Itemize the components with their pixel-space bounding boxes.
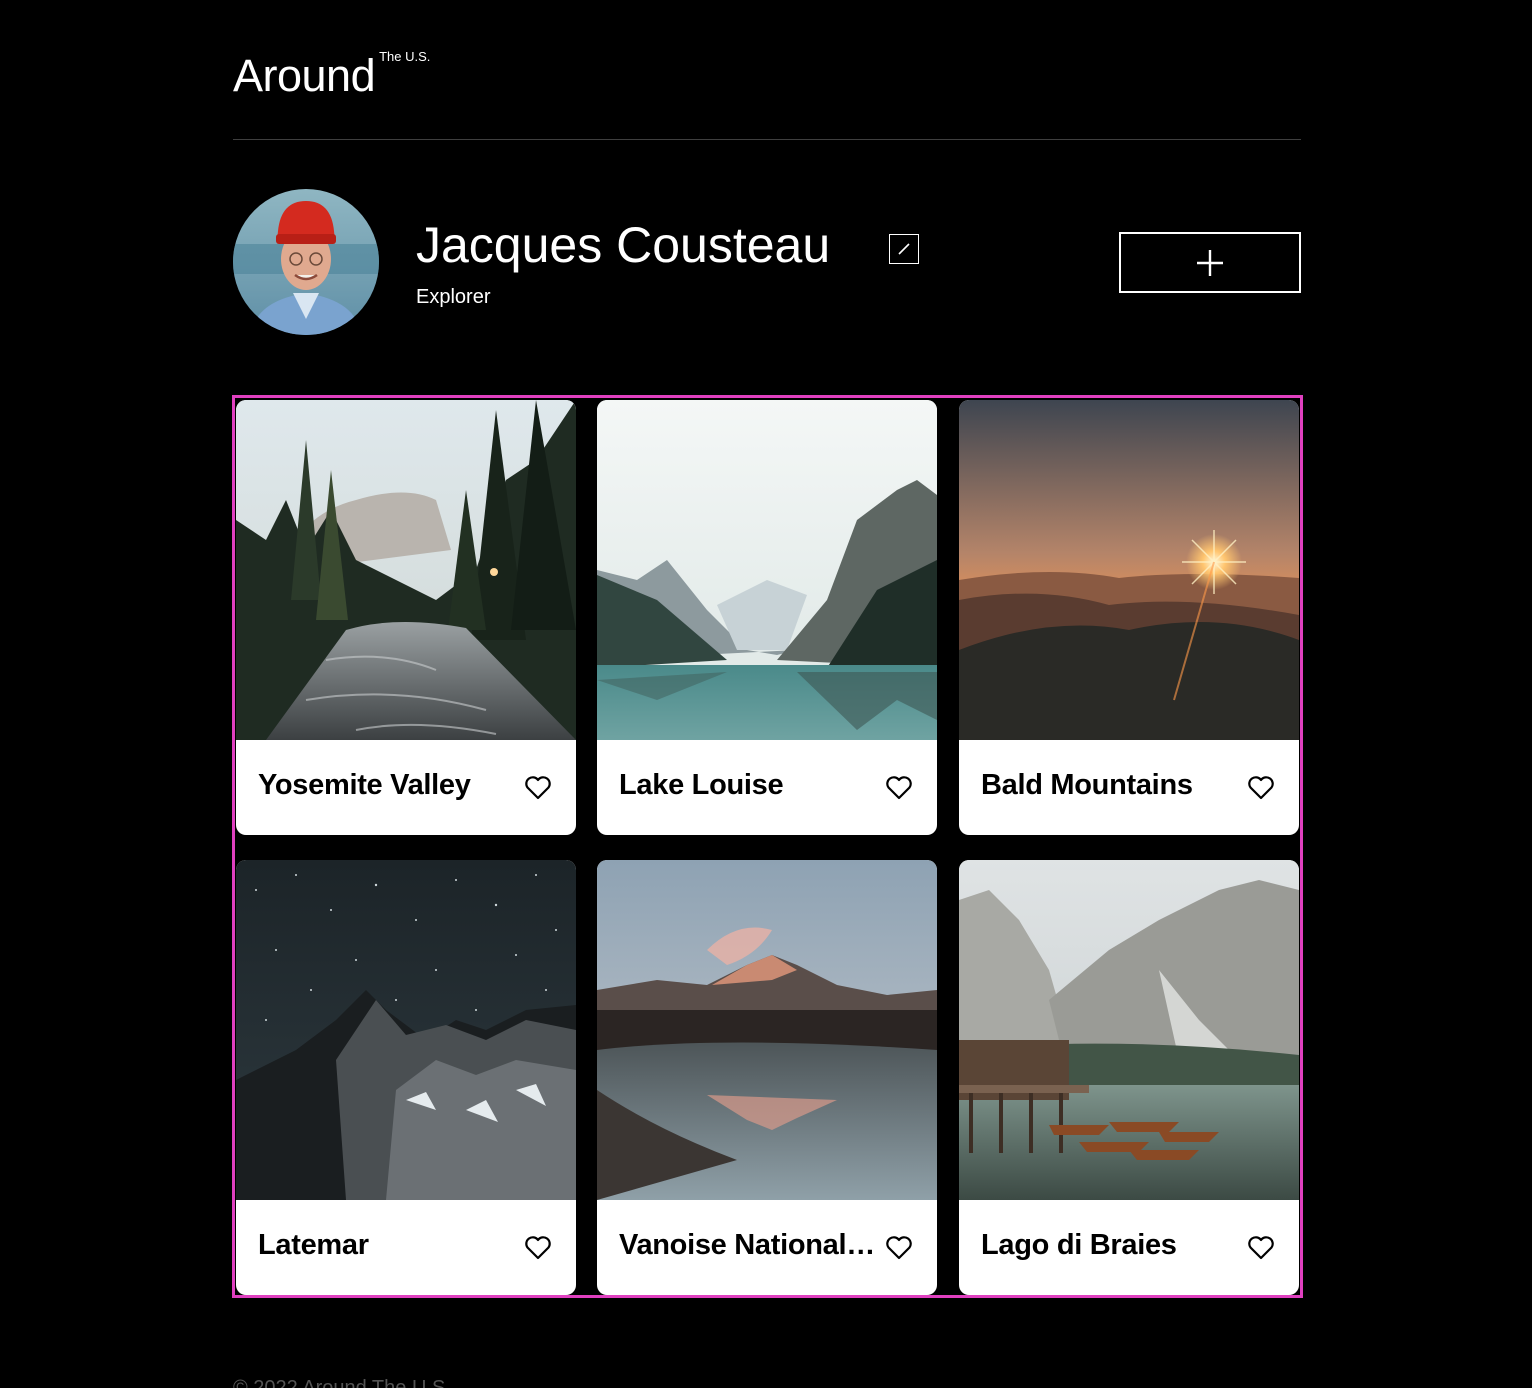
pencil-icon bbox=[898, 243, 910, 255]
card-title: Yosemite Valley bbox=[258, 769, 471, 801]
card-image[interactable] bbox=[236, 860, 576, 1200]
footer-copyright: © 2022 Around The U.S. bbox=[233, 1377, 451, 1388]
avatar[interactable] bbox=[233, 189, 379, 335]
card-image[interactable] bbox=[597, 400, 937, 740]
avatar-image bbox=[233, 189, 379, 335]
bald-mountains-image bbox=[959, 400, 1299, 740]
heart-icon bbox=[886, 1236, 912, 1260]
card-image[interactable] bbox=[959, 860, 1299, 1200]
profile-name: Jacques Cousteau bbox=[416, 217, 831, 273]
heart-icon bbox=[525, 776, 551, 800]
cards-grid: Yosemite Valley Lake Louise Bald Mountai… bbox=[232, 395, 1303, 1298]
latemar-image bbox=[236, 860, 576, 1200]
like-button[interactable] bbox=[885, 1235, 913, 1261]
heart-icon bbox=[1248, 776, 1274, 800]
place-card: Vanoise National Park bbox=[597, 860, 937, 1295]
place-card: Lago di Braies bbox=[959, 860, 1299, 1295]
place-card: Bald Mountains bbox=[959, 400, 1299, 835]
plus-icon bbox=[1197, 249, 1223, 276]
add-place-button[interactable] bbox=[1119, 232, 1301, 293]
place-card: Yosemite Valley bbox=[236, 400, 576, 835]
card-image[interactable] bbox=[236, 400, 576, 740]
card-title: Latemar bbox=[258, 1229, 369, 1261]
lago-di-braies-image bbox=[959, 860, 1299, 1200]
like-button[interactable] bbox=[524, 1235, 552, 1261]
like-button[interactable] bbox=[885, 775, 913, 801]
like-button[interactable] bbox=[1247, 1235, 1275, 1261]
profile-about: Explorer bbox=[416, 286, 491, 308]
card-image[interactable] bbox=[959, 400, 1299, 740]
edit-profile-button[interactable] bbox=[889, 234, 919, 264]
header-divider bbox=[233, 139, 1301, 140]
card-title: Vanoise National Park bbox=[619, 1229, 881, 1261]
card-title: Bald Mountains bbox=[981, 769, 1193, 801]
logo-superscript: The U.S. bbox=[379, 49, 431, 64]
lake-louise-image bbox=[597, 400, 937, 740]
yosemite-image bbox=[236, 400, 576, 740]
vanoise-image bbox=[597, 860, 937, 1200]
heart-icon bbox=[886, 776, 912, 800]
place-card: Lake Louise bbox=[597, 400, 937, 835]
page: Around The U.S. Jacques Cousteau Explore… bbox=[0, 0, 1532, 1388]
place-card: Latemar bbox=[236, 860, 576, 1295]
heart-icon bbox=[1248, 1236, 1274, 1260]
heart-icon bbox=[525, 1236, 551, 1260]
card-title: Lago di Braies bbox=[981, 1229, 1177, 1261]
card-title: Lake Louise bbox=[619, 769, 784, 801]
like-button[interactable] bbox=[524, 775, 552, 801]
logo-main: Around bbox=[233, 50, 376, 101]
like-button[interactable] bbox=[1247, 775, 1275, 801]
card-image[interactable] bbox=[597, 860, 937, 1200]
logo: Around The U.S. bbox=[233, 48, 430, 104]
